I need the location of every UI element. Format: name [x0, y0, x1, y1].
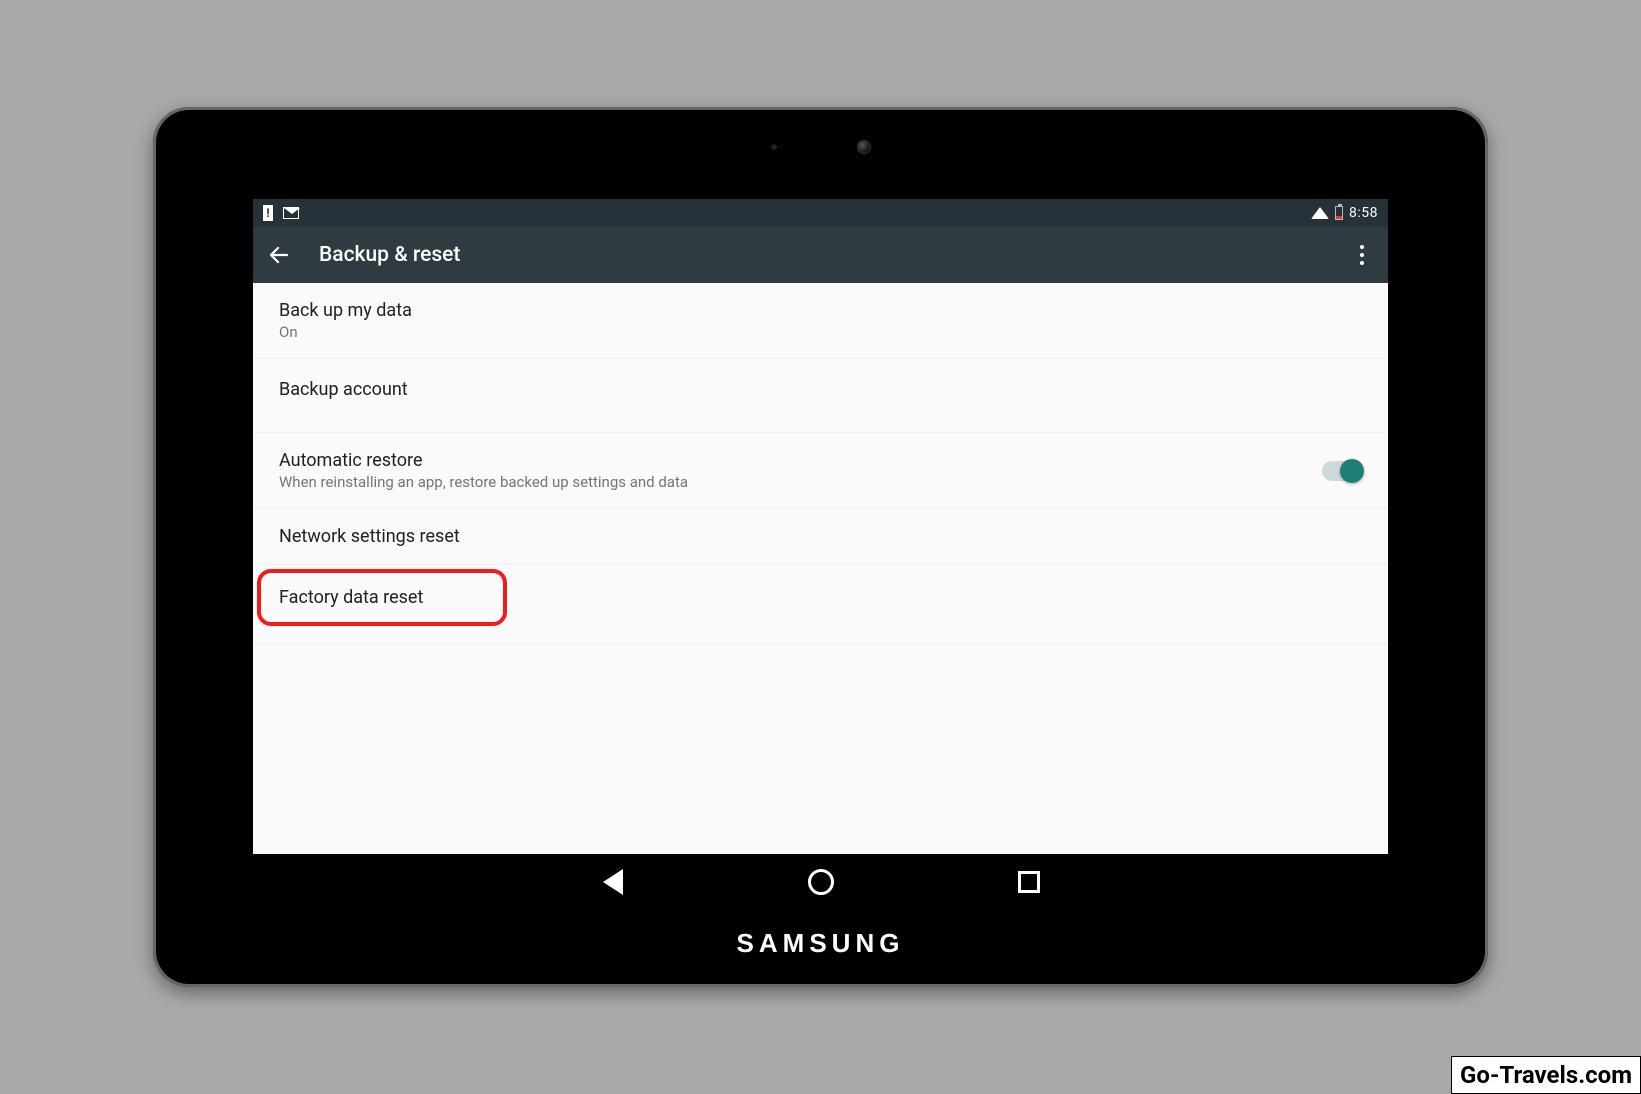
- nav-recents-icon: [1018, 871, 1040, 893]
- nav-home-icon: [808, 869, 834, 895]
- backup-account-item[interactable]: Backup account: [253, 359, 1388, 433]
- highlight-annotation: Factory data reset: [257, 569, 507, 626]
- item-title: Back up my data: [279, 300, 412, 321]
- battery-alert-icon: [263, 205, 273, 221]
- item-title: Backup account: [279, 379, 408, 400]
- automatic-restore-toggle[interactable]: [1322, 461, 1362, 481]
- battery-icon: [1335, 206, 1343, 220]
- brand-logo: SAMSUNG: [153, 928, 1488, 959]
- settings-list: Back up my data On Backup account Automa…: [253, 283, 1388, 854]
- status-clock: 8:58: [1349, 205, 1378, 221]
- backup-my-data-item[interactable]: Back up my data On: [253, 283, 1388, 359]
- watermark: Go-Travels.com: [1451, 1056, 1641, 1094]
- nav-back-icon: [603, 869, 623, 895]
- item-subtitle: On: [279, 323, 412, 341]
- back-arrow-icon[interactable]: [267, 243, 291, 267]
- tablet-sensors: [771, 140, 871, 154]
- mail-icon: [283, 207, 299, 219]
- overflow-menu-icon[interactable]: [1350, 245, 1374, 265]
- network-settings-reset-item[interactable]: Network settings reset: [253, 509, 1388, 565]
- factory-data-reset-item[interactable]: Factory data reset: [253, 565, 1388, 645]
- nav-recents-button[interactable]: [1015, 868, 1043, 896]
- status-bar: 8:58: [253, 199, 1388, 227]
- automatic-restore-item[interactable]: Automatic restore When reinstalling an a…: [253, 433, 1388, 509]
- nav-back-button[interactable]: [599, 868, 627, 896]
- nav-home-button[interactable]: [807, 868, 835, 896]
- item-subtitle: When reinstalling an app, restore backed…: [279, 473, 688, 491]
- tablet-frame: 8:58 Backup & reset Back up my data On: [153, 107, 1488, 987]
- sensor-icon: [771, 144, 777, 150]
- item-title: Network settings reset: [279, 526, 460, 547]
- item-title: Factory data reset: [279, 587, 485, 608]
- navigation-bar: [253, 858, 1388, 906]
- page-title: Backup & reset: [319, 243, 1322, 267]
- camera-icon: [857, 140, 871, 154]
- screen: 8:58 Backup & reset Back up my data On: [253, 199, 1388, 854]
- wifi-icon: [1311, 207, 1329, 219]
- item-title: Automatic restore: [279, 450, 688, 471]
- action-bar: Backup & reset: [253, 227, 1388, 283]
